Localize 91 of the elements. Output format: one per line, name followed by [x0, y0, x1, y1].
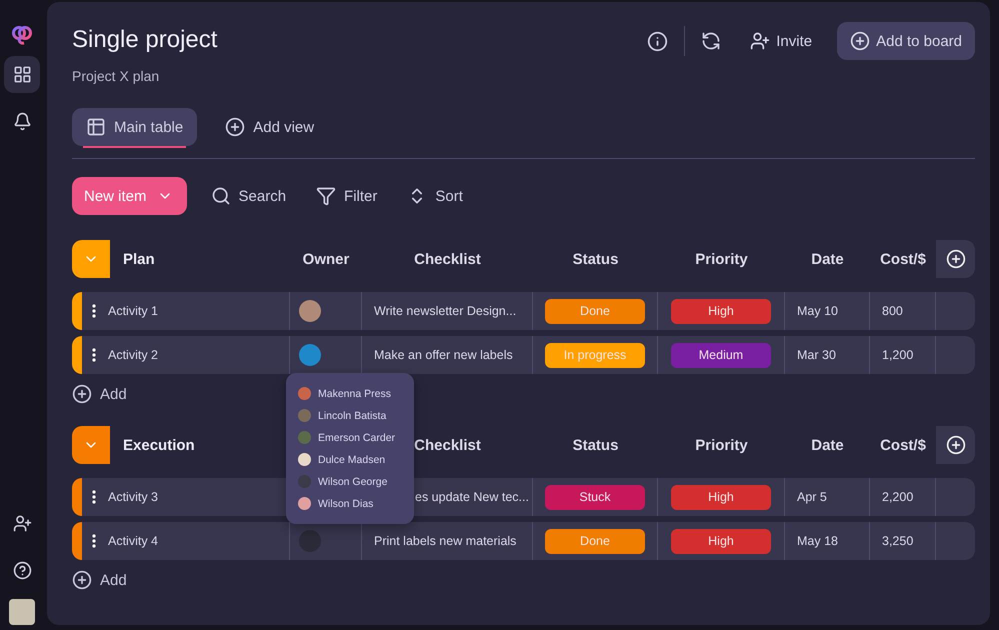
refresh-icon — [701, 31, 722, 51]
logo-icon — [11, 24, 33, 46]
priority-label[interactable]: High — [671, 484, 771, 510]
new-item-button[interactable]: New item — [72, 177, 187, 215]
table-row[interactable]: Activity 1 Write newsletter Design... Done High May 10 800 — [72, 292, 975, 330]
cost-text: 2,200 — [882, 490, 914, 504]
more-icon — [92, 490, 96, 504]
status-label[interactable]: Stuck — [545, 484, 645, 510]
view-tab[interactable]: Add view — [211, 108, 328, 146]
filter-button[interactable]: Filter — [310, 185, 384, 207]
owner-option[interactable]: Makenna Press — [298, 387, 404, 400]
cost-text: 3,250 — [882, 534, 914, 548]
checklist-text: Write newsletter Design... — [374, 304, 516, 318]
column-header: Date — [811, 436, 844, 454]
bell-icon — [12, 112, 32, 131]
project-subtitle: Project X plan — [72, 68, 160, 84]
help-icon — [12, 561, 32, 580]
column-header: Priority — [695, 436, 748, 454]
project-title: Single project — [72, 26, 218, 54]
apps-icon — [12, 65, 32, 84]
add-column-button[interactable] — [936, 426, 975, 464]
more-icon — [92, 304, 96, 318]
add-item-button[interactable]: Add — [72, 570, 127, 590]
more-icon — [92, 348, 96, 362]
more-button[interactable] — [92, 348, 96, 362]
column-header: Status — [572, 250, 618, 268]
item-name: Activity 2 — [108, 348, 158, 362]
checklist-text: Make an offer new labels — [374, 348, 513, 362]
plus-circle-icon — [72, 384, 92, 404]
date-text: Apr 5 — [797, 490, 827, 504]
info-icon — [647, 30, 668, 52]
owner-option[interactable]: Wilson George — [298, 475, 404, 488]
checklist-text: Print labels new materials — [374, 534, 516, 548]
owner-option[interactable]: Wilson Dias — [298, 497, 404, 510]
collapse-button[interactable] — [72, 240, 110, 278]
priority-label[interactable]: Medium — [671, 342, 771, 368]
priority-label[interactable]: High — [671, 528, 771, 554]
invite-button[interactable]: Invite — [737, 22, 826, 60]
add-to-board-button[interactable]: Add to board — [837, 22, 975, 60]
more-button[interactable] — [92, 490, 96, 504]
add-column-button[interactable] — [936, 240, 975, 278]
group-color-stripe — [72, 292, 82, 330]
table-row[interactable]: Activity 4 Print labels new materials Done High May 18 3,250 — [72, 522, 975, 560]
collapse-button[interactable] — [72, 426, 110, 464]
cost-text: 1,200 — [882, 348, 914, 362]
search-button[interactable]: Search — [204, 185, 292, 207]
column-header: Owner — [302, 250, 350, 268]
column-header: Status — [572, 436, 618, 454]
filter-icon — [316, 186, 336, 206]
add-user-icon — [750, 31, 770, 51]
item-name: Activity 3 — [108, 490, 158, 504]
checklist-text: es update New tec... — [415, 490, 529, 504]
owner-avatar[interactable] — [299, 300, 321, 322]
owner-option[interactable]: Dulce Madsen — [298, 453, 404, 466]
group-name: Execution — [123, 436, 195, 454]
user-avatar[interactable] — [9, 599, 35, 625]
sort-button[interactable]: Sort — [401, 185, 469, 207]
plus-circle-icon — [946, 249, 966, 269]
owner-option[interactable]: Emerson Carder — [298, 431, 404, 444]
more-icon — [92, 534, 96, 548]
column-header: Checklist — [414, 250, 481, 268]
apps-button[interactable] — [4, 56, 40, 93]
more-button[interactable] — [92, 534, 96, 548]
column-header: Cost/$ — [880, 436, 926, 454]
column-header: Date — [811, 250, 844, 268]
column-header: Checklist — [414, 436, 481, 454]
add-item-button[interactable]: Add — [72, 384, 127, 404]
plus-circle-icon — [225, 117, 246, 137]
column-header: Cost/$ — [880, 250, 926, 268]
group-color-stripe — [72, 336, 82, 374]
column-header: Priority — [695, 250, 748, 268]
add-user-icon — [12, 514, 32, 533]
item-name: Activity 1 — [108, 304, 158, 318]
view-tab[interactable]: Main table — [72, 108, 198, 146]
cost-text: 800 — [882, 304, 903, 318]
date-text: May 18 — [797, 534, 838, 548]
owner-avatar[interactable] — [299, 344, 321, 366]
plus-circle-icon — [946, 435, 966, 455]
owner-option[interactable]: Lincoln Batista — [298, 409, 404, 422]
more-button[interactable] — [92, 304, 96, 318]
date-text: Mar 30 — [797, 348, 836, 362]
search-icon — [210, 186, 231, 206]
table-icon — [86, 117, 106, 137]
priority-label[interactable]: High — [671, 298, 771, 324]
date-text: May 10 — [797, 304, 838, 318]
group-color-stripe — [72, 522, 82, 560]
group-name: Plan — [123, 250, 155, 268]
group-color-stripe — [72, 478, 82, 516]
plus-circle-icon — [72, 570, 92, 590]
plus-circle-icon — [850, 31, 870, 51]
item-name: Activity 4 — [108, 534, 158, 548]
